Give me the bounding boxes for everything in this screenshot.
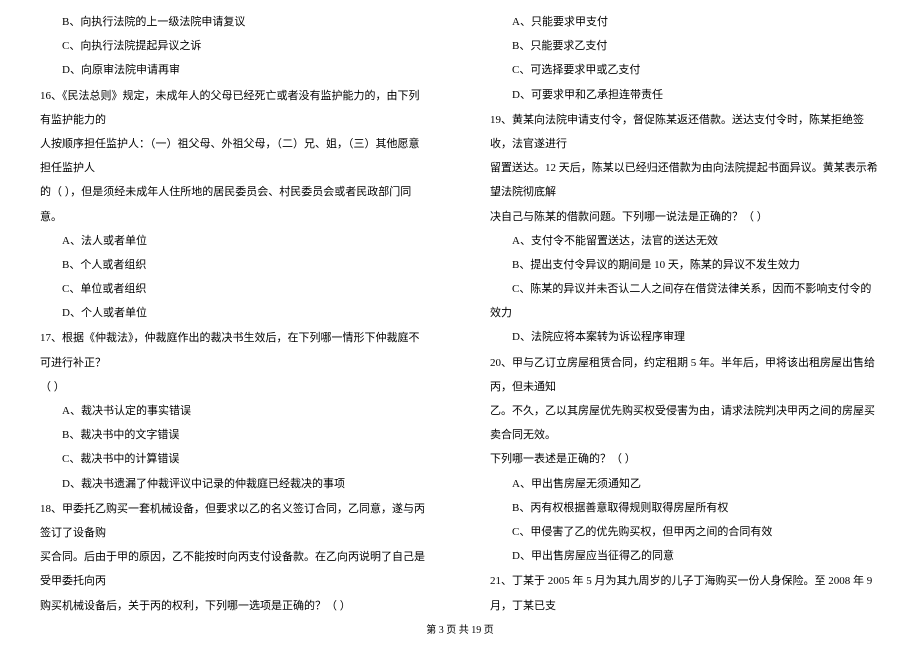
q18-line3: 购买机械设备后，关于丙的权利，下列哪一选项是正确的？（ ） [40,594,430,618]
q18-opt-c: C、可选择要求甲或乙支付 [490,58,880,82]
q19-opt-b: B、提出支付令异议的期间是 10 天，陈某的异议不发生效力 [490,253,880,277]
q19-opt-c: C、陈某的异议并未否认二人之间存在借贷法律关系，因而不影响支付令的效力 [490,277,880,325]
q16-opt-c: C、单位或者组织 [40,277,430,301]
q20-opt-d: D、甲出售房屋应当征得乙的同意 [490,544,880,568]
page-footer: 第 3 页 共 19 页 [0,620,920,642]
q17-line1: 17、根据《仲裁法》，仲裁庭作出的裁决书生效后，在下列哪一情形下仲裁庭不可进行补… [40,326,430,374]
q18-line2: 买合同。后由于甲的原因，乙不能按时向丙支付设备款。在乙向丙说明了自己是受甲委托向… [40,545,430,593]
q21-line1: 21、丁某于 2005 年 5 月为其九周岁的儿子丁海购买一份人身保险。至 20… [490,569,880,617]
q19-opt-d: D、法院应将本案转为诉讼程序审理 [490,325,880,349]
q16-line2: 人按顺序担任监护人：（一）祖父母、外祖父母，（二）兄、姐，（三）其他愿意担任监护… [40,132,430,180]
q17-line2: （ ） [40,375,430,399]
q19-opt-a: A、支付令不能留置送达，法官的送达无效 [490,229,880,253]
q19-line1: 19、黄某向法院申请支付令，督促陈某返还借款。送达支付令时，陈某拒绝签收，法官遂… [490,108,880,156]
q19-line3: 决自己与陈某的借款问题。下列哪一说法是正确的？（ ） [490,205,880,229]
opt-d: D、向原审法院申请再审 [40,58,430,82]
q18-line1: 18、甲委托乙购买一套机械设备，但要求以乙的名义签订合同，乙同意，遂与丙签订了设… [40,497,430,545]
q16-line3: 的（ ），但是须经未成年人住所地的居民委员会、村民委员会或者民政部门同意。 [40,180,430,228]
q17-opt-d: D、裁决书遗漏了仲裁评议中记录的仲裁庭已经裁决的事项 [40,472,430,496]
q16-line1: 16、《民法总则》规定，未成年人的父母已经死亡或者没有监护能力的，由下列有监护能… [40,84,430,132]
q18-opt-a: A、只能要求甲支付 [490,10,880,34]
q20-opt-a: A、甲出售房屋无须通知乙 [490,472,880,496]
q16-opt-d: D、个人或者单位 [40,301,430,325]
q17-opt-a: A、裁决书认定的事实错误 [40,399,430,423]
q17-opt-c: C、裁决书中的计算错误 [40,447,430,471]
opt-c: C、向执行法院提起异议之诉 [40,34,430,58]
q16-opt-a: A、法人或者单位 [40,229,430,253]
q19-line2: 留置送达。12 天后，陈某以已经归还借款为由向法院提起书面异议。黄某表示希望法院… [490,156,880,204]
q20-opt-b: B、丙有权根据善意取得规则取得房屋所有权 [490,496,880,520]
q20-line1: 20、甲与乙订立房屋租赁合同，约定租期 5 年。半年后，甲将该出租房屋出售给丙，… [490,351,880,399]
q16-opt-b: B、个人或者组织 [40,253,430,277]
q20-line2: 乙。不久，乙以其房屋优先购买权受侵害为由，请求法院判决甲丙之间的房屋买卖合同无效… [490,399,880,447]
q17-opt-b: B、裁决书中的文字错误 [40,423,430,447]
q18-opt-d: D、可要求甲和乙承担连带责任 [490,83,880,107]
q18-opt-b: B、只能要求乙支付 [490,34,880,58]
q20-line3: 下列哪一表述是正确的？（ ） [490,447,880,471]
q20-opt-c: C、甲侵害了乙的优先购买权，但甲丙之间的合同有效 [490,520,880,544]
opt-b: B、向执行法院的上一级法院申请复议 [40,10,430,34]
